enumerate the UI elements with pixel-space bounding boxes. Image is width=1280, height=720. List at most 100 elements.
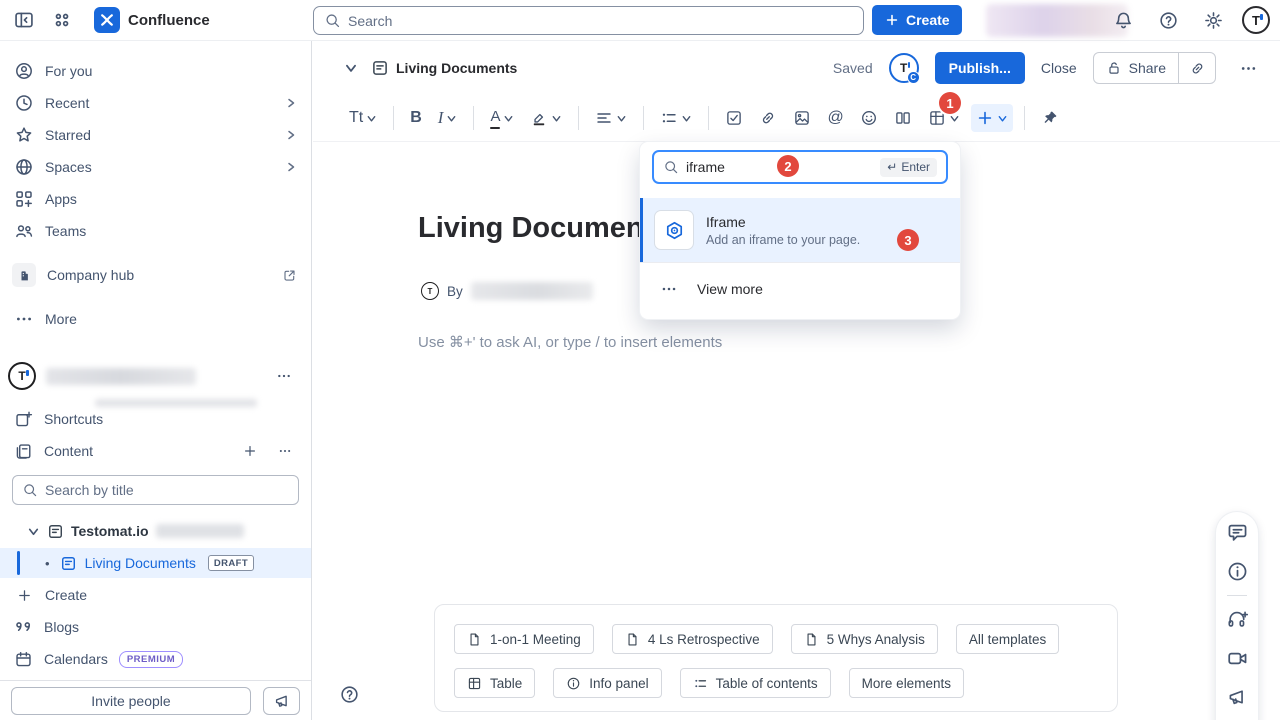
close-button[interactable]: Close: [1041, 60, 1077, 76]
insert-search[interactable]: ↵ Enter: [652, 150, 948, 184]
editor-help-button[interactable]: [339, 684, 360, 705]
clock-icon: [14, 93, 34, 113]
notifications-button[interactable]: [1107, 4, 1139, 36]
all-templates-button[interactable]: All templates: [956, 624, 1059, 654]
sidebar-item-content[interactable]: Content: [0, 437, 311, 465]
breadcrumb-chevron-button[interactable]: [339, 56, 363, 80]
sidebar-item-label: Company hub: [47, 267, 271, 283]
bold-button[interactable]: B: [405, 104, 427, 132]
sidebar-item-recent[interactable]: Recent: [0, 87, 311, 119]
video-button[interactable]: [1226, 647, 1249, 670]
help-button[interactable]: [1152, 4, 1184, 36]
editor-toolbar: Tt B I A: [313, 95, 1280, 142]
user-avatar[interactable]: T: [1242, 6, 1270, 34]
sidebar-item-starred[interactable]: Starred: [0, 119, 311, 151]
highlight-color-button[interactable]: [525, 104, 567, 132]
global-search[interactable]: [313, 6, 864, 35]
teams-icon: [14, 221, 34, 241]
sidebar-item-label: Shortcuts: [44, 411, 103, 427]
italic-glyph: I: [438, 108, 444, 128]
sidebar-item-shortcuts[interactable]: Shortcuts: [0, 405, 311, 433]
sidebar-item-label: Recent: [45, 95, 274, 111]
insert-table-shortcut[interactable]: Table: [454, 668, 535, 698]
list-icon: [693, 676, 708, 691]
settings-button[interactable]: [1197, 4, 1229, 36]
content-search[interactable]: [12, 475, 299, 505]
collaborator-avatar[interactable]: T C: [889, 53, 919, 83]
page-more-button[interactable]: [1232, 52, 1264, 84]
content-add-button[interactable]: [238, 439, 262, 463]
insert-image-button[interactable]: [788, 104, 816, 132]
chevron-down-icon[interactable]: [27, 525, 40, 538]
tree-item-living-documents-selected[interactable]: • Living Documents DRAFT: [0, 548, 311, 578]
text-style-button[interactable]: Tt: [344, 104, 382, 132]
emoji-icon: [860, 109, 878, 127]
tree-item-space-root[interactable]: Testomat.io: [0, 519, 311, 543]
document-title[interactable]: Living Documents: [418, 212, 669, 245]
pin-toolbar-button[interactable]: [1036, 104, 1064, 132]
image-icon: [793, 109, 811, 127]
insert-toc-shortcut[interactable]: Table of contents: [680, 668, 831, 698]
insert-info-panel-shortcut[interactable]: Info panel: [553, 668, 661, 698]
insert-link-button[interactable]: [754, 104, 782, 132]
publish-button[interactable]: Publish...: [935, 52, 1025, 84]
comments-button[interactable]: [1226, 521, 1249, 544]
divider: [473, 106, 474, 130]
invite-people-button[interactable]: Invite people: [11, 687, 251, 715]
video-camera-icon: [1226, 647, 1249, 670]
premium-badge: PREMIUM: [119, 651, 183, 668]
editor-placeholder[interactable]: Use ⌘+' to ask AI, or type / to insert e…: [418, 333, 722, 351]
copy-link-button[interactable]: [1179, 53, 1215, 83]
create-button[interactable]: Create: [872, 5, 962, 35]
breadcrumb-page-title[interactable]: Living Documents: [396, 60, 517, 76]
view-more-button[interactable]: View more: [640, 262, 960, 319]
sidebar-item-more[interactable]: More: [0, 303, 311, 335]
page-icon: [47, 523, 64, 540]
global-search-input[interactable]: [348, 13, 853, 29]
content-search-input[interactable]: [45, 482, 289, 498]
sidebar-item-label: For you: [45, 63, 297, 79]
template-1-on-1-meeting[interactable]: 1-on-1 Meeting: [454, 624, 594, 654]
layouts-button[interactable]: [889, 104, 917, 132]
confluence-logo-icon[interactable]: [94, 7, 120, 33]
more-elements-button[interactable]: More elements: [849, 668, 964, 698]
sidebar-item-company-hub[interactable]: Company hub: [0, 259, 311, 291]
share-button[interactable]: Share: [1094, 53, 1178, 83]
italic-button[interactable]: I: [433, 103, 463, 133]
collapse-sidebar-button[interactable]: [8, 4, 40, 36]
more-dots-icon: [14, 309, 34, 329]
content-more-button[interactable]: [273, 439, 297, 463]
lists-button[interactable]: [655, 104, 697, 132]
audio-huddle-button[interactable]: [1226, 608, 1249, 631]
lock-open-icon: [1106, 60, 1122, 76]
sidebar-item-apps[interactable]: Apps: [0, 183, 311, 215]
template-4ls-retrospective[interactable]: 4 Ls Retrospective: [612, 624, 773, 654]
insert-elements-button[interactable]: [971, 104, 1013, 132]
template-5-whys-analysis[interactable]: 5 Whys Analysis: [791, 624, 938, 654]
app-switcher-button[interactable]: [46, 4, 78, 36]
template-row-1: 1-on-1 Meeting 4 Ls Retrospective 5 Whys…: [454, 624, 1098, 654]
result-title: Iframe: [706, 214, 860, 230]
text-color-button[interactable]: A: [485, 103, 519, 133]
alignment-button[interactable]: [590, 104, 632, 132]
text-style-glyph: Tt: [349, 109, 363, 127]
plus-icon: [884, 12, 900, 28]
mention-button[interactable]: @: [822, 104, 848, 132]
sidebar-item-teams[interactable]: Teams: [0, 215, 311, 247]
space-header[interactable]: T: [0, 356, 311, 396]
sidebar-item-spaces[interactable]: Spaces: [0, 151, 311, 183]
invite-people-label: Invite people: [91, 693, 170, 709]
redacted-author-name: [471, 282, 593, 300]
feedback-button[interactable]: [263, 687, 300, 715]
sidebar-item-calendars[interactable]: Calendars PREMIUM: [0, 647, 311, 671]
task-list-button[interactable]: [720, 104, 748, 132]
sidebar-create-page-button[interactable]: Create: [0, 583, 101, 607]
avatar-t-logo: T: [900, 62, 907, 74]
space-more-button[interactable]: [271, 363, 297, 389]
details-button[interactable]: [1226, 560, 1249, 583]
pin-icon: [1041, 109, 1059, 127]
emoji-button[interactable]: [855, 104, 883, 132]
sidebar-item-blogs[interactable]: Blogs: [0, 615, 311, 639]
announcement-button[interactable]: [1226, 686, 1248, 708]
sidebar-item-for-you[interactable]: For you: [0, 55, 311, 87]
